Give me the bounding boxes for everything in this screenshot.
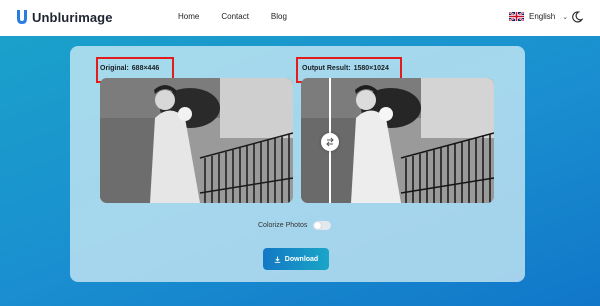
logo-mark-icon [17, 10, 27, 24]
main-nav: Home Contact Blog [178, 12, 309, 21]
nav-blog-link[interactable]: Blog [271, 12, 287, 21]
download-icon [274, 256, 280, 263]
language-label: English [529, 12, 556, 21]
download-button[interactable]: Download [263, 248, 329, 270]
download-label: Download [284, 255, 319, 263]
comparison-slider-handle[interactable] [321, 133, 339, 151]
swap-arrows-icon [326, 137, 334, 147]
chevron-down-icon: ⌄ [562, 13, 569, 21]
uk-flag-icon [509, 12, 524, 21]
moon-icon[interactable] [571, 11, 583, 23]
original-photo [100, 78, 293, 203]
nav-home-link[interactable]: Home [178, 12, 199, 21]
brand-name: Unblurimage [32, 9, 113, 25]
nav-contact-link[interactable]: Contact [221, 12, 249, 21]
original-photo-image [100, 78, 293, 203]
top-navbar: Unblurimage Home Contact Blog English ⌄ [0, 0, 600, 36]
colorize-toggle[interactable] [313, 221, 332, 230]
brand-logo[interactable]: Unblurimage [16, 9, 113, 25]
colorize-option: Colorize Photos [258, 221, 332, 230]
language-selector[interactable]: English ⌄ [509, 12, 568, 21]
colorize-label: Colorize Photos [258, 222, 308, 229]
